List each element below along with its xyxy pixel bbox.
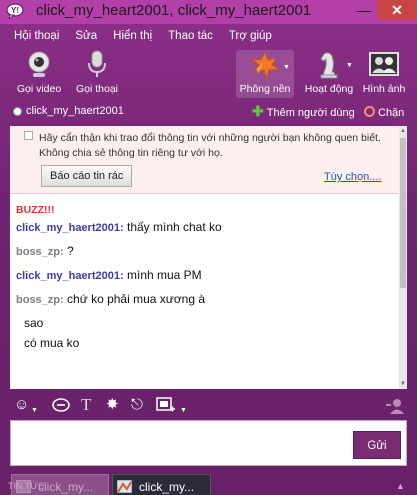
- menu-help[interactable]: Trợ giúp: [221, 26, 280, 46]
- compose-box: Gửi: [10, 420, 407, 466]
- tab-label: click_my...: [139, 480, 195, 494]
- buzz-text: BUZZ!!!: [16, 204, 55, 216]
- video-call-button[interactable]: Gọi video: [14, 48, 64, 100]
- message-text: chứ ko phải mua xương à: [67, 292, 206, 306]
- wink-icon[interactable]: [51, 396, 71, 414]
- tab-avatar-icon: [117, 480, 132, 493]
- buzz-message: BUZZ!!!: [16, 202, 54, 216]
- emoticon-dropdown-icon[interactable]: ▼: [31, 402, 38, 420]
- text-format-icon[interactable]: T: [81, 396, 91, 414]
- theme-label: Phông nền: [239, 83, 291, 95]
- close-button[interactable]: ✕: [377, 0, 417, 20]
- contact-card-icon[interactable]: [385, 397, 405, 414]
- menu-actions[interactable]: Thao tác: [160, 26, 221, 46]
- theme-button[interactable]: ▼ Phông nền: [236, 50, 294, 98]
- message: boss_zp: chứ ko phải mua xương à: [16, 292, 205, 306]
- message-text: thấy mình chat ko: [126, 220, 222, 234]
- add-user-button[interactable]: ✚ Thêm người dùng: [252, 103, 355, 119]
- maple-leaf-icon: [250, 50, 281, 80]
- conversation-scrollbar[interactable]: ▲ ▼: [399, 126, 407, 389]
- warning-close-icon[interactable]: [24, 131, 33, 140]
- activities-button[interactable]: ▼ Hoạt động: [302, 48, 356, 100]
- message-input[interactable]: [15, 425, 347, 461]
- activities-dropdown-icon: ▼: [346, 62, 353, 69]
- conversation-tab-active[interactable]: click_my...: [112, 474, 211, 495]
- theme-dropdown-icon: ▼: [283, 64, 290, 71]
- message-sender: boss_zp:: [16, 294, 64, 306]
- attach-file-icon[interactable]: ⎋: [131, 396, 143, 414]
- people-icon: [369, 52, 399, 76]
- block-label: Chặn: [378, 107, 405, 119]
- news-expand-icon[interactable]: ▲: [396, 481, 405, 491]
- message-continuation: có mua ko: [24, 336, 80, 350]
- menu-edit[interactable]: Sửa: [67, 26, 105, 46]
- add-user-label: Thêm người dùng: [266, 107, 355, 119]
- message-continuation: sao: [24, 316, 44, 330]
- tab-label: click_my...: [38, 480, 94, 494]
- scroll-up-icon[interactable]: ▲: [399, 126, 407, 136]
- news-label[interactable]: TIN TỨC: [8, 481, 45, 491]
- activities-label: Hoạt động: [304, 83, 354, 95]
- webcam-icon: [28, 51, 50, 77]
- message: boss_zp: ?: [16, 244, 74, 258]
- send-button[interactable]: Gửi: [353, 431, 401, 459]
- options-link[interactable]: Tùy chọn....: [324, 171, 381, 183]
- compose-toolbar: ☺ ▼ T ✸ ⎋ ▼: [0, 392, 417, 418]
- menu-view[interactable]: Hiển thị: [105, 26, 160, 46]
- message-sender: click_my_haert2001:: [16, 270, 124, 282]
- spam-warning: Hãy cẩn thận khi trao đổi thông tin với …: [10, 126, 399, 194]
- svg-text:Y!: Y!: [11, 6, 19, 15]
- block-button[interactable]: Chặn: [364, 105, 404, 119]
- microphone-icon: [88, 50, 106, 77]
- buzz-icon[interactable]: ✸: [106, 396, 119, 414]
- conversation-tabs: click_my... click_my...: [0, 474, 417, 495]
- contact-status-row: click_my_haert2001 ✚ Thêm người dùng Chặn: [0, 104, 417, 122]
- share-dropdown-icon[interactable]: ▼: [180, 402, 187, 420]
- conversation-pane: Hãy cẩn thận khi trao đổi thông tin với …: [10, 126, 407, 389]
- message-text: ?: [67, 244, 74, 258]
- message-text: mình mua PM: [126, 268, 202, 282]
- window-frame: Hội thoại Sửa Hiển thị Thao tác Trợ giúp…: [0, 24, 417, 495]
- message-sender: boss_zp:: [16, 246, 64, 258]
- emoticon-icon[interactable]: ☺: [14, 396, 29, 414]
- menu-bar: Hội thoại Sửa Hiển thị Thao tác Trợ giúp: [6, 26, 280, 46]
- scroll-down-icon[interactable]: ▼: [399, 379, 407, 389]
- message: click_my_haert2001: thấy mình chat ko: [16, 220, 222, 234]
- chess-knight-icon: [320, 52, 338, 79]
- display-image-button[interactable]: Hình ảnh: [360, 48, 408, 100]
- messenger-logo-icon: Y!: [6, 3, 24, 19]
- video-call-label: Gọi video: [16, 83, 62, 95]
- message: click_my_haert2001: mình mua PM: [16, 268, 202, 282]
- contact-name[interactable]: click_my_haert2001: [26, 105, 124, 117]
- block-icon: [364, 106, 375, 117]
- display-image-label: Hình ảnh: [362, 83, 406, 95]
- message-sender: click_my_haert2001:: [16, 222, 124, 234]
- scroll-thumb[interactable]: [400, 138, 406, 288]
- report-spam-button[interactable]: Báo cáo tin rác: [41, 165, 133, 187]
- minimize-button[interactable]: —: [352, 0, 376, 20]
- title-bar: Y! click_my_heart2001, click_my_haert200…: [0, 0, 417, 24]
- voice-call-button[interactable]: Gọi thoại: [72, 48, 122, 100]
- toolbar: Gọi video Gọi thoại ▼ Phông nền ▼ Hoạt đ…: [0, 48, 417, 104]
- warning-text: Hãy cẩn thận khi trao đổi thông tin với …: [39, 132, 381, 159]
- plus-icon: ✚: [252, 103, 264, 119]
- window-title: click_my_heart2001, click_my_haert2001: [36, 2, 312, 19]
- share-photo-icon[interactable]: [156, 397, 176, 414]
- menu-conversation[interactable]: Hội thoại: [6, 26, 67, 46]
- presence-dot-icon: [13, 107, 22, 116]
- voice-call-label: Gọi thoại: [75, 83, 119, 95]
